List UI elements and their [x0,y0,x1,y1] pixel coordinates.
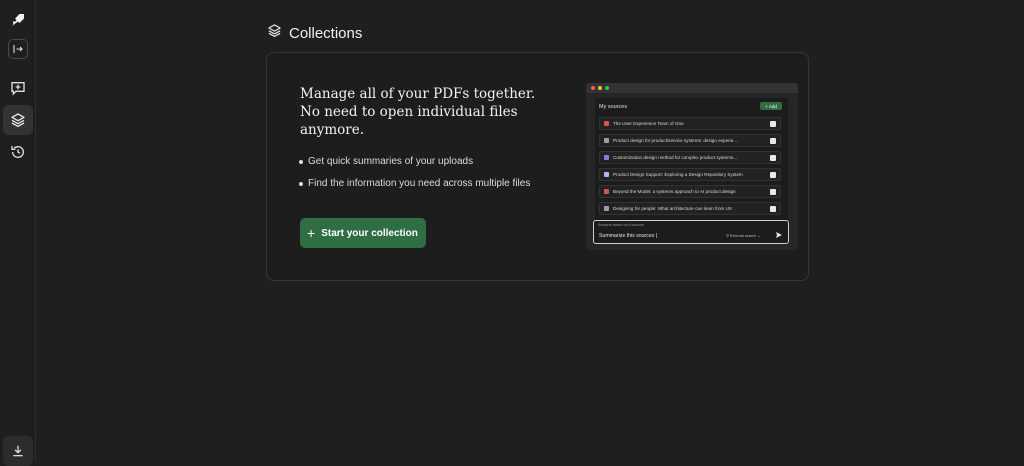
pdf-icon [604,155,609,160]
source-title: Designing for people: What architecture … [613,206,732,211]
sources-title: My sources [599,104,628,110]
window-titlebar [586,83,798,93]
new-chat-icon[interactable] [3,73,33,103]
start-collection-button[interactable]: + Start your collection [300,218,426,248]
source-row: Product Design Support: Exploring a Desi… [599,168,781,181]
plus-icon: + [765,103,768,109]
checkbox-checked-icon [770,206,776,212]
prompt-label: Answers based on 6 sources [598,223,645,227]
checkbox-checked-icon [770,121,776,127]
source-row: Product design for product/service syste… [599,134,781,147]
pdf-icon [604,138,609,143]
collections-title-icon [267,23,282,43]
window-dot [598,86,602,90]
send-icon [776,232,782,238]
start-collection-label: Start your collection [321,227,418,239]
pdf-icon [604,189,609,194]
source-title: The User Experience Team of One [613,121,684,126]
page-title: Collections [267,23,362,43]
checkbox-checked-icon [770,189,776,195]
add-source-button: + Add [760,102,782,110]
sidebar [0,0,36,466]
external-search-toggle: ⚲ External search ⌄ [726,234,761,238]
headline-line: Manage all of your PDFs together. [300,86,536,102]
pdf-icon [604,121,609,126]
external-search-label: External search [729,234,757,238]
headline-line: anymore. [300,122,365,138]
source-title: Product design for product/service syste… [613,138,738,143]
headline: Manage all of your PDFs together. No nee… [300,85,540,139]
checkbox-checked-icon [770,138,776,144]
source-row: Customization design method for complex … [599,151,781,164]
collections-icon[interactable] [3,105,33,135]
prompt-value: Summarize this sources | [599,233,658,239]
window-dot [591,86,595,90]
headline-line: No need to open individual files [300,104,518,120]
source-row: The User Experience Team of One [599,117,781,130]
feature-item: Find the information you need across mul… [298,178,530,200]
window-dot [605,86,609,90]
plus-icon: + [307,225,316,241]
logo-icon[interactable] [3,5,33,35]
pdf-icon [604,172,609,177]
add-label: Add [768,103,777,109]
source-title: Customization design method for complex … [613,155,738,160]
history-icon[interactable] [3,137,33,167]
preview-illustration: My sources + Add The User Experience Team… [586,83,798,250]
feature-list: Get quick summaries of your uploads Find… [298,156,530,200]
pdf-icon [604,206,609,211]
source-row: Beyond the Model: a systems approach to … [599,185,781,198]
empty-state-card: Manage all of your PDFs together. No nee… [266,52,809,281]
checkbox-checked-icon [770,155,776,161]
prompt-box: Answers based on 6 sources Summarize thi… [593,220,789,244]
expand-sidebar-icon[interactable] [8,39,28,59]
page-title-text: Collections [289,24,363,42]
source-title: Product Design Support: Exploring a Desi… [613,172,743,177]
download-icon[interactable] [3,436,33,466]
feature-item: Get quick summaries of your uploads [298,156,530,178]
source-row: Designing for people: What architecture … [599,202,781,215]
source-title: Beyond the Model: a systems approach to … [613,189,736,194]
checkbox-checked-icon [770,172,776,178]
